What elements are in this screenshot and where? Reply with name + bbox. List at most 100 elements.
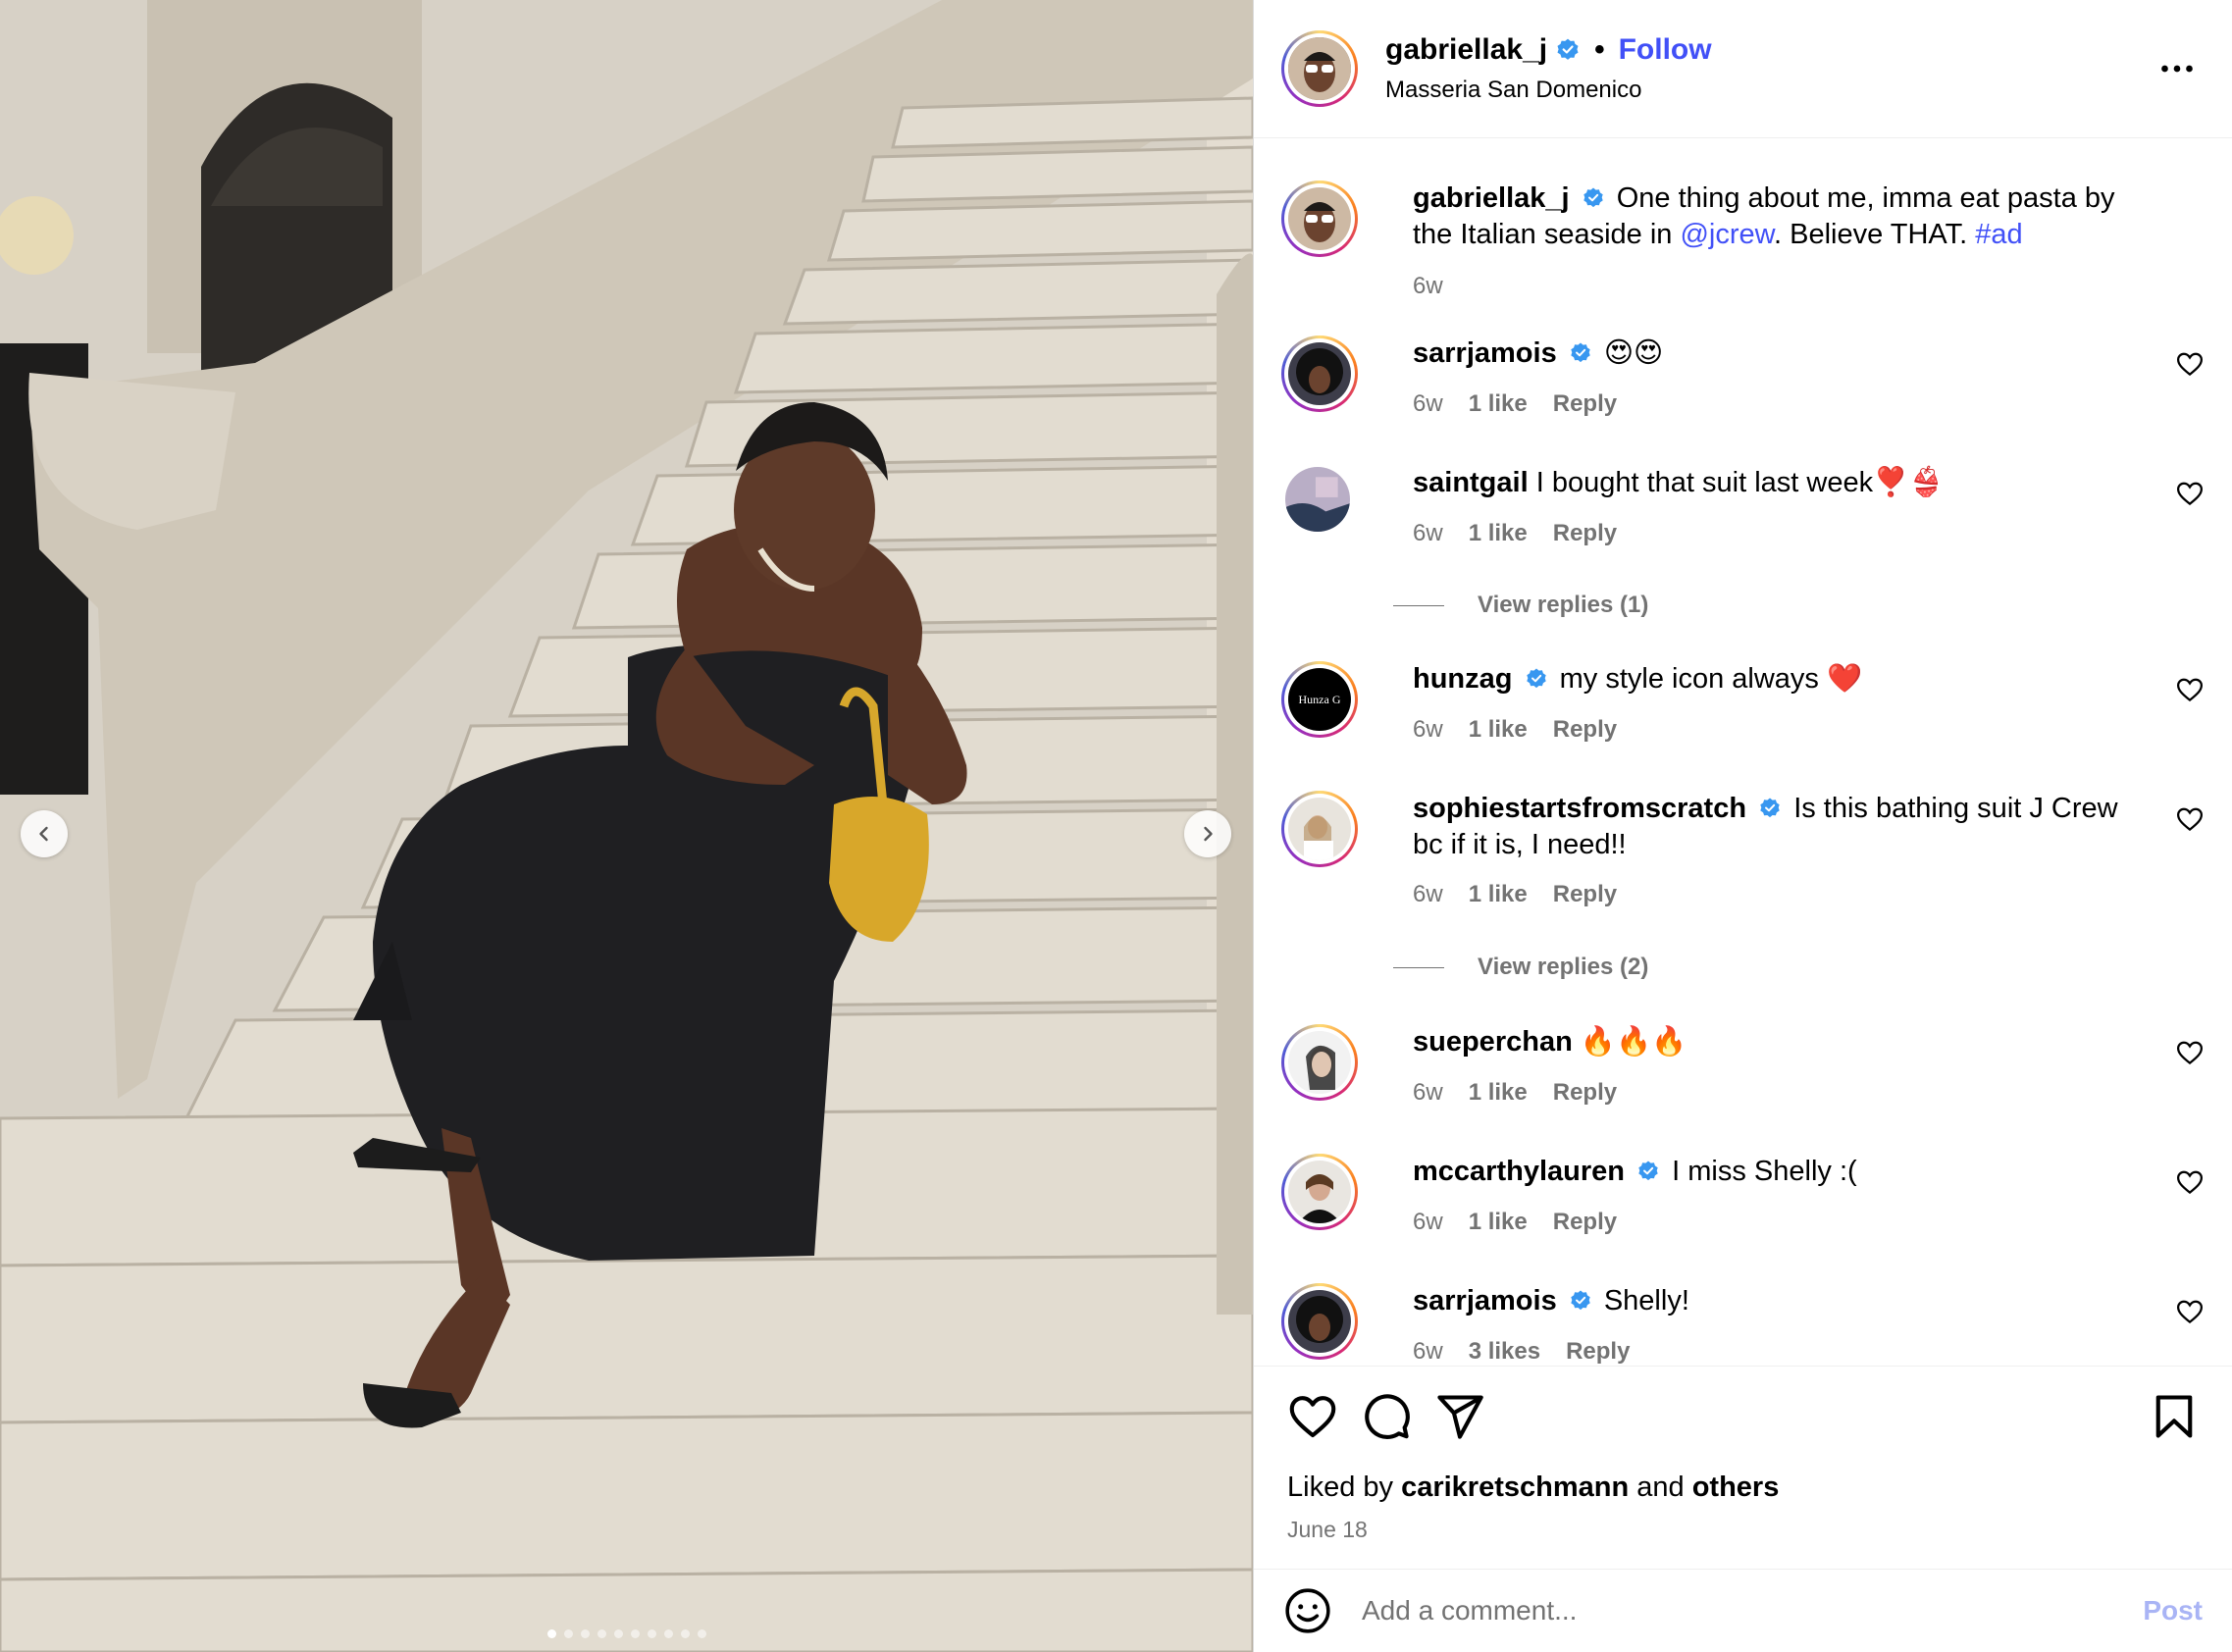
comment-bubble-icon[interactable] (1361, 1391, 1412, 1442)
comment-item: sophiestartsfromscratch Is this bathing … (1281, 791, 2205, 928)
next-photo-button[interactable] (1184, 810, 1231, 857)
commenter-avatar[interactable] (1281, 1283, 1358, 1360)
carousel-dot (630, 1629, 640, 1638)
comment-text: my style icon always ❤️ (1559, 663, 1863, 695)
comment-likes[interactable]: 1 like (1469, 881, 1528, 908)
carousel-dot (647, 1629, 656, 1638)
post-date[interactable]: June 18 (1287, 1517, 1368, 1543)
liked-by-others-link[interactable]: others (1692, 1471, 1780, 1503)
comment-item: sueperchan 🔥🔥🔥 6w 1 like Reply (1281, 1024, 2205, 1122)
comment-item: mccarthylauren I miss Shelly :( 6w 1 lik… (1281, 1154, 2205, 1252)
view-replies-button[interactable]: View replies (1) (1393, 592, 1648, 619)
comment-time[interactable]: 6w (1413, 520, 1443, 547)
comment-username[interactable]: sarrjamois (1413, 1285, 1557, 1316)
verified-badge-icon (1571, 342, 1590, 363)
carousel-dot (546, 1629, 556, 1638)
post-header: gabriellak_j • Follow Masseria San Domen… (1254, 0, 2232, 138)
comment-time[interactable]: 6w (1413, 881, 1443, 908)
comment-time[interactable]: 6w (1413, 390, 1443, 418)
caption-hashtag-link[interactable]: #ad (1975, 219, 2022, 250)
verified-badge-icon (1526, 668, 1546, 689)
emoji-smile-icon[interactable] (1283, 1586, 1332, 1635)
view-replies-label: View replies (1) (1478, 592, 1649, 618)
post-side-panel: gabriellak_j • Follow Masseria San Domen… (1253, 0, 2232, 1652)
caption-mention-link[interactable]: @jcrew (1680, 219, 1774, 250)
comment-item: sarrjamois 😍😍 6w 1 like Reply (1281, 336, 2205, 434)
comment-like-heart-icon[interactable] (2175, 479, 2205, 508)
comment-username[interactable]: sueperchan (1413, 1026, 1573, 1058)
comment-likes[interactable]: 1 like (1469, 1079, 1528, 1107)
comments-list[interactable]: gabriellak_j One thing about me, imma ea… (1254, 139, 2232, 1366)
comment-reply-button[interactable]: Reply (1553, 390, 1617, 418)
liked-by-user-link[interactable]: carikretschmann (1401, 1471, 1629, 1503)
more-options-icon (2161, 65, 2193, 73)
comment-like-heart-icon[interactable] (2175, 1297, 2205, 1326)
comment-reply-button[interactable]: Reply (1553, 881, 1617, 908)
verified-badge-icon (1557, 38, 1579, 60)
comment-time[interactable]: 6w (1413, 716, 1443, 744)
verified-badge-icon (1760, 798, 1780, 818)
caption-username[interactable]: gabriellak_j (1413, 182, 1570, 214)
comment-time[interactable]: 6w (1413, 1079, 1443, 1107)
comment-reply-button[interactable]: Reply (1553, 520, 1617, 547)
author-username[interactable]: gabriellak_j (1385, 33, 1547, 67)
comment-text: I bought that suit last week❣️👙 (1535, 467, 1945, 498)
comment-reply-button[interactable]: Reply (1553, 716, 1617, 744)
chevron-left-icon (39, 826, 48, 842)
commenter-avatar[interactable] (1285, 467, 1350, 532)
comment-username[interactable]: sarrjamois (1413, 337, 1557, 369)
comment-likes[interactable]: 1 like (1469, 1209, 1528, 1236)
add-comment-input[interactable] (1362, 1595, 2144, 1626)
comment-likes[interactable]: 1 like (1469, 390, 1528, 418)
follow-button[interactable]: Follow (1619, 33, 1712, 67)
comment-likes[interactable]: 3 likes (1469, 1338, 1540, 1366)
comment-like-heart-icon[interactable] (2175, 1038, 2205, 1067)
comment-username[interactable]: mccarthylauren (1413, 1156, 1625, 1187)
carousel-dot (663, 1629, 673, 1638)
comment-reply-button[interactable]: Reply (1553, 1079, 1617, 1107)
previous-photo-button[interactable] (21, 810, 68, 857)
author-avatar[interactable] (1281, 30, 1358, 107)
comment-like-heart-icon[interactable] (2175, 675, 2205, 704)
verified-badge-icon (1571, 1290, 1590, 1311)
comment-likes[interactable]: 1 like (1469, 520, 1528, 547)
comment-username[interactable]: sophiestartsfromscratch (1413, 793, 1746, 824)
comment-reply-button[interactable]: Reply (1553, 1209, 1617, 1236)
heart-icon[interactable] (1287, 1391, 1338, 1442)
comment-text: 😍😍 (1603, 337, 1664, 369)
post-photo-scene (0, 0, 1253, 1652)
comment-likes[interactable]: 1 like (1469, 716, 1528, 744)
view-replies-label: View replies (2) (1478, 954, 1649, 980)
comment-item: saintgail I bought that suit last week❣️… (1281, 465, 2205, 563)
comment-like-heart-icon[interactable] (2175, 1167, 2205, 1197)
commenter-avatar[interactable]: Hunza G (1281, 661, 1358, 738)
commenter-avatar[interactable] (1281, 791, 1358, 867)
paper-plane-icon[interactable] (1434, 1391, 1485, 1442)
post-comment-button[interactable]: Post (2143, 1595, 2203, 1626)
caption-time[interactable]: 6w (1413, 273, 1443, 300)
likes-summary: Liked by carikretschmann and others (1287, 1471, 1779, 1504)
post-location[interactable]: Masseria San Domenico (1385, 77, 1712, 104)
replies-divider (1393, 604, 1444, 606)
likes-conjunction: and (1629, 1471, 1692, 1503)
commenter-avatar[interactable] (1281, 1024, 1358, 1101)
carousel-dot (680, 1629, 690, 1638)
carousel-dot (563, 1629, 573, 1638)
comment-time[interactable]: 6w (1413, 1209, 1443, 1236)
caption-avatar[interactable] (1281, 181, 1358, 257)
comment-like-heart-icon[interactable] (2175, 804, 2205, 834)
comment-username[interactable]: hunzag (1413, 663, 1513, 695)
comment-username[interactable]: saintgail (1413, 467, 1529, 498)
more-options-button[interactable] (2157, 49, 2197, 88)
view-replies-button[interactable]: View replies (2) (1393, 954, 1648, 981)
comment-like-heart-icon[interactable] (2175, 349, 2205, 379)
commenter-avatar[interactable] (1281, 336, 1358, 412)
commenter-avatar[interactable] (1281, 1154, 1358, 1230)
post-photo[interactable] (0, 0, 1253, 1652)
bookmark-icon[interactable] (2149, 1391, 2200, 1442)
hunzag-logo-text: Hunza G (1298, 692, 1341, 706)
comment-time[interactable]: 6w (1413, 1338, 1443, 1366)
comment-text: I miss Shelly :( (1672, 1156, 1857, 1187)
post-caption: gabriellak_j One thing about me, imma ea… (1281, 181, 2205, 308)
comment-reply-button[interactable]: Reply (1566, 1338, 1630, 1366)
